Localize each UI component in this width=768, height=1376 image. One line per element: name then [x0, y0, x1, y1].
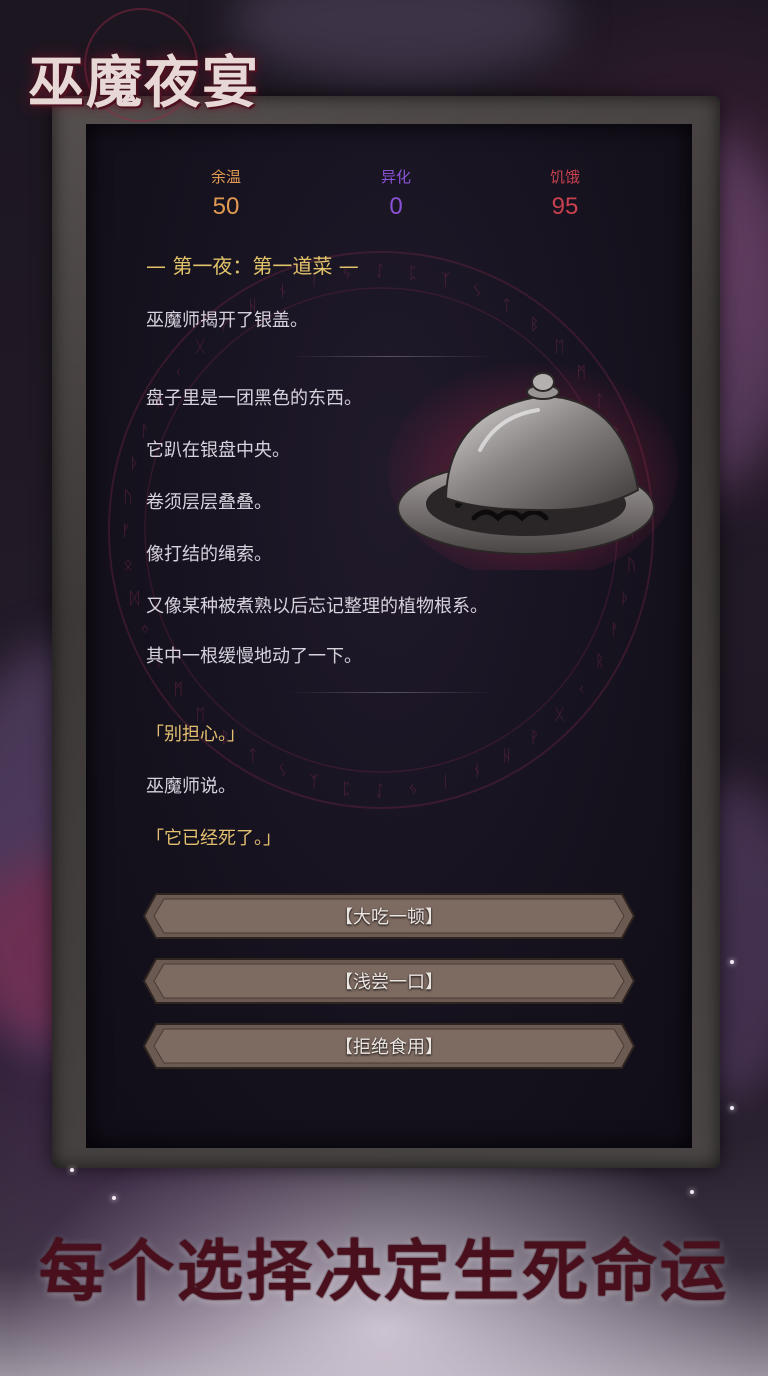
choice-label: 【浅尝一口】 — [335, 972, 443, 993]
divider — [288, 356, 492, 357]
silver-cloche-dish-icon — [388, 360, 678, 570]
story-line: 其中一根缓慢地动了一下。 — [146, 646, 362, 667]
story-line: 又像某种被煮熟以后忘记整理的植物根系。 — [146, 596, 488, 617]
divider — [288, 692, 492, 693]
stat-alienation: 异化 0 — [346, 166, 446, 221]
spark-particle — [112, 1196, 116, 1200]
dialogue-quote: 「它已经死了。」 — [146, 828, 281, 849]
choice-button-refuse[interactable]: 【拒绝食用】 — [142, 1020, 636, 1072]
story-line: 盘子里是一团黑色的东西。 — [146, 388, 362, 409]
spark-particle — [730, 960, 734, 964]
stat-value: 50 — [212, 193, 240, 220]
spark-particle — [70, 1168, 74, 1172]
stat-hunger: 饥饿 95 — [515, 166, 615, 221]
choice-label: 【拒绝食用】 — [335, 1037, 443, 1058]
stat-value: 0 — [389, 193, 403, 220]
story-line: 像打结的绳索。 — [146, 544, 272, 565]
spark-particle — [730, 1106, 734, 1110]
narration-line: 巫魔师说。 — [146, 776, 236, 797]
spark-particle — [690, 1190, 694, 1194]
slogan-banner: 每个选择决定生死命运 — [39, 1232, 729, 1310]
choice-button-taste[interactable]: 【浅尝一口】 — [142, 955, 636, 1007]
stat-warmth: 余温 50 — [176, 166, 276, 221]
stat-label: 饥饿 — [549, 168, 580, 186]
story-line: 它趴在银盘中央。 — [146, 440, 290, 461]
game-title: 巫魔夜宴 — [28, 50, 260, 116]
chapter-title: — 第一夜：第一道菜 — — [146, 254, 359, 278]
story-opening: 巫魔师揭开了银盖。 — [146, 310, 308, 331]
stat-label: 异化 — [380, 168, 411, 186]
stat-label: 余温 — [210, 168, 241, 186]
choice-label: 【大吃一顿】 — [335, 907, 443, 928]
smoke-decoration — [230, 0, 570, 80]
dialogue-quote: 「别担心。」 — [146, 724, 245, 745]
story-line: 卷须层层叠叠。 — [146, 492, 272, 513]
choice-button-feast[interactable]: 【大吃一顿】 — [142, 890, 636, 942]
game-screen: 巫魔夜宴 ᚠᚢᚦᚨᚱᚲᚷᚹᚺᚾᛁᛃᛇᛈᛉᛊᛏᛒᛖᛗᛚᛜᛞᛟᚠᚢᚦᚨᚱᚲᚷᚹᚺᚾᛁ… — [0, 0, 768, 1376]
stat-value: 95 — [551, 193, 579, 220]
